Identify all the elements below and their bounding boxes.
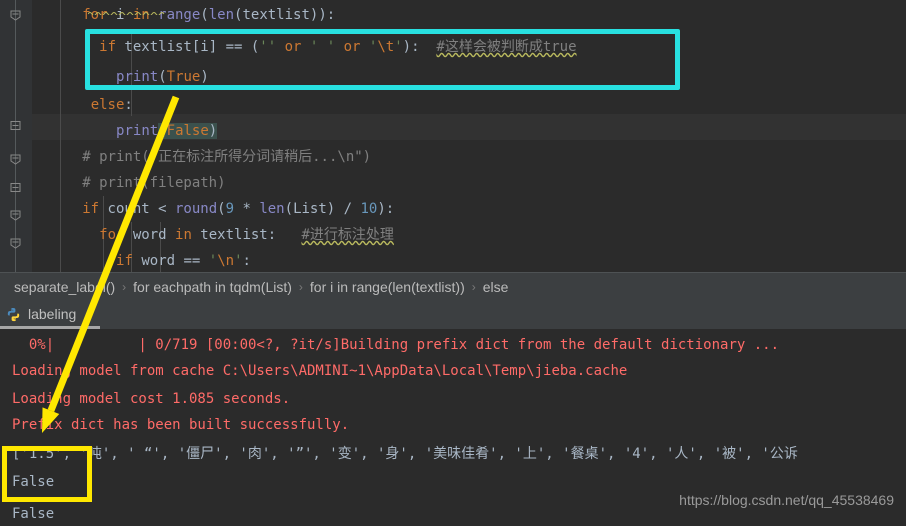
breadcrumb-separator: › [298, 279, 303, 294]
code-text[interactable]: for i in range(len(textlist)): if textlis… [0, 0, 906, 272]
breadcrumb[interactable]: separate_label() › for eachpath in tqdm(Li… [0, 272, 906, 300]
chevron-right-icon: › [84, 307, 91, 321]
code-line[interactable]: else: [0, 92, 906, 118]
console-line: Loading model from cache C:\Users\ADMINI… [12, 363, 628, 379]
breadcrumb-item[interactable]: for eachpath in tqdm(List) [133, 279, 292, 295]
code-line[interactable]: if textlist[i] == ('' or ' ' or '\t'): #… [0, 34, 906, 60]
watermark-url: https://blog.csdn.net/qq_45538469 [679, 492, 894, 508]
breadcrumb-item[interactable]: separate_label() [14, 279, 115, 295]
code-editor[interactable]: for i in range(len(textlist)): if textlis… [0, 0, 906, 272]
code-line[interactable]: for word in textlist: #进行标注处理 [0, 222, 906, 248]
code-line[interactable]: print(True) [0, 64, 906, 90]
run-tab-label: labeling [28, 306, 77, 322]
code-line[interactable]: print(False) [0, 118, 906, 144]
breadcrumb-item[interactable]: else [483, 279, 509, 295]
ide-window: for i in range(len(textlist)): if textlis… [0, 0, 906, 526]
code-line[interactable]: # print("正在标注所得分词请稍后...\n") [0, 144, 906, 170]
python-icon [6, 307, 21, 322]
console-line: Loading model cost 1.085 seconds. [12, 391, 291, 407]
code-line[interactable]: for i in range(len(textlist)): [0, 2, 906, 28]
breadcrumb-separator: › [471, 279, 476, 294]
breadcrumb-item[interactable]: for i in range(len(textlist)) [310, 279, 465, 295]
breadcrumb-separator: › [122, 279, 127, 294]
console-line: False [12, 474, 55, 490]
code-line[interactable]: if word == '\n': [0, 248, 906, 272]
console-line: Prefix dict has been built successfully. [12, 417, 350, 433]
console-line: ['1.5', '吨', ' “', '僵尸', '肉', '”', '变', … [12, 446, 798, 462]
warning-squiggle [87, 0, 166, 16]
code-line[interactable]: if count < round(9 * len(List) / 10): [0, 196, 906, 222]
run-tool-window-header[interactable]: labeling › [0, 300, 906, 328]
console-line: False [12, 506, 55, 522]
code-line[interactable]: # print(filepath) [0, 170, 906, 196]
console-line: 0%| | 0/719 [00:00<?, ?it/s]Building pre… [12, 337, 780, 353]
